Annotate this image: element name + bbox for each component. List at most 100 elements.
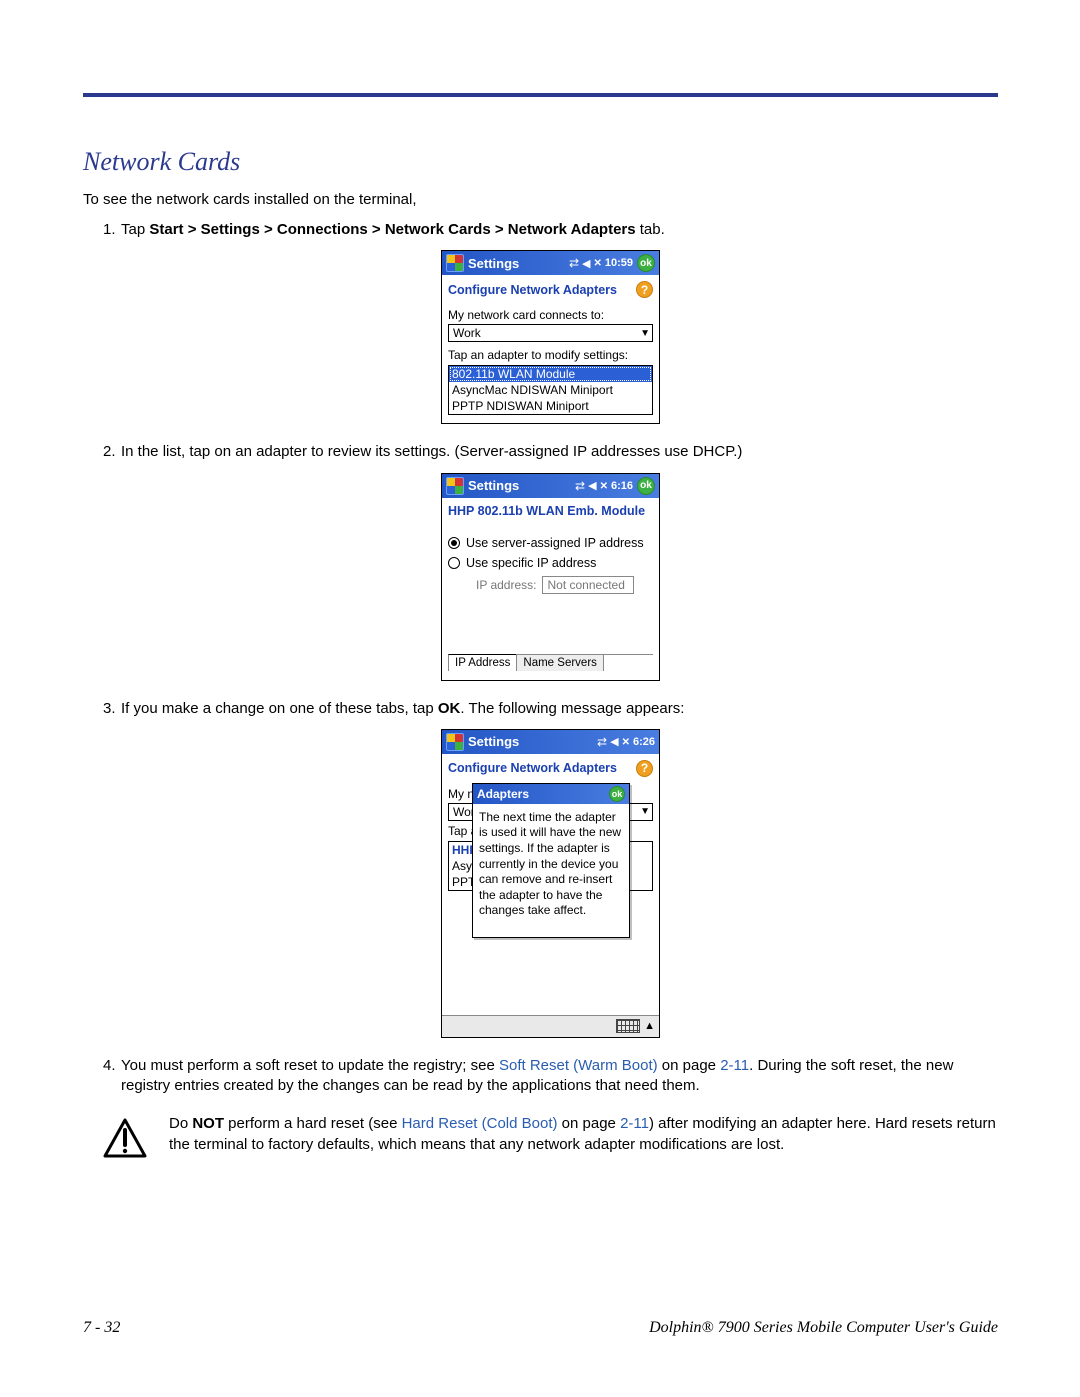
step-text: You must perform a soft reset to update …	[121, 1057, 499, 1074]
subtitle-row: HHP 802.11b WLAN Emb. Module	[442, 498, 659, 522]
volume-icon	[610, 735, 618, 748]
keyboard-icon[interactable]	[616, 1019, 640, 1033]
screenshot-3: Settings 6:26 Configure Network Adapters…	[103, 729, 998, 1038]
step-2: 2. In the list, tap on an adapter to rev…	[103, 442, 998, 462]
radio-specific-ip[interactable]: Use specific IP address	[448, 556, 653, 570]
ok-button[interactable]: ok	[609, 786, 625, 802]
ok-button[interactable]: ok	[637, 254, 655, 272]
ppc-window: Settings 10:59 ok Configure Network Adap…	[441, 250, 660, 424]
ppc-window: Settings 6:16 ok HHP 802.11b WLAN Emb. M…	[441, 473, 660, 681]
connectivity-icon	[569, 256, 579, 270]
step-text: tab.	[636, 221, 665, 238]
radio-label: Use server-assigned IP address	[466, 536, 644, 550]
close-icon	[622, 736, 630, 748]
radio-server-ip[interactable]: Use server-assigned IP address	[448, 536, 653, 550]
adapters-dialog: Adapters ok The next time the adapter is…	[472, 783, 630, 938]
dialog-titlebar: Adapters ok	[473, 784, 629, 804]
status-icons: 10:59	[569, 256, 633, 270]
step-number: 4.	[103, 1056, 116, 1076]
chevron-down-icon: ▼	[640, 806, 650, 817]
warning-text: Do NOT perform a hard reset (see Hard Re…	[169, 1114, 998, 1158]
titlebar: Settings 10:59 ok	[442, 251, 659, 275]
window-title: Settings	[468, 256, 565, 271]
radio-icon	[448, 557, 460, 569]
section-title: Network Cards	[83, 147, 998, 177]
ppc-body: My ne Wor ▼ Tap a HHP Asyn PPT Adapt	[442, 781, 659, 1037]
page-footer: 7 - 32 Dolphin® 7900 Series Mobile Compu…	[83, 1319, 998, 1337]
adapter-listbox[interactable]: 802.11b WLAN Module AsyncMac NDISWAN Min…	[448, 365, 653, 415]
step-4: 4. You must perform a soft reset to upda…	[103, 1056, 998, 1097]
volume-icon	[582, 257, 590, 270]
page-subtitle: HHP 802.11b WLAN Emb. Module	[448, 504, 645, 518]
up-arrow-icon[interactable]: ▲	[644, 1020, 655, 1032]
select-value: Work	[453, 326, 481, 340]
page-subtitle: Configure Network Adapters	[448, 761, 617, 775]
subtitle-row: Configure Network Adapters ?	[442, 754, 659, 781]
radio-icon	[448, 537, 460, 549]
status-icons: 6:26	[597, 735, 655, 749]
close-icon	[600, 480, 608, 492]
clock: 6:26	[633, 736, 655, 748]
tab-ip-address[interactable]: IP Address	[448, 654, 517, 671]
step-text: on page	[658, 1057, 721, 1074]
help-icon[interactable]: ?	[636, 281, 653, 298]
guide-title: Dolphin® 7900 Series Mobile Computer Use…	[649, 1319, 998, 1337]
list-item[interactable]: AsyncMac NDISWAN Miniport	[449, 382, 652, 398]
step-3: 3. If you make a change on one of these …	[103, 699, 998, 719]
tab-strip: IP Address Name Servers	[448, 654, 653, 672]
connectivity-icon	[597, 735, 607, 749]
titlebar: Settings 6:16 ok	[442, 474, 659, 498]
page-ref-link[interactable]: 2-11	[720, 1057, 749, 1074]
ppc-body: My network card connects to: Work ▼ Tap …	[442, 302, 659, 423]
warn-segment: Do	[169, 1115, 192, 1132]
help-icon[interactable]: ?	[636, 760, 653, 777]
connectivity-icon	[575, 479, 585, 493]
dialog-title: Adapters	[477, 787, 529, 801]
sip-bar: ▲	[442, 1015, 659, 1037]
screenshot-1: Settings 10:59 ok Configure Network Adap…	[103, 250, 998, 424]
ip-address-field: IP address: Not connected	[476, 576, 653, 594]
ok-button[interactable]: ok	[637, 477, 655, 495]
step-text: In the list, tap on an adapter to review…	[121, 443, 742, 460]
step-number: 2.	[103, 442, 116, 462]
dialog-body: The next time the adapter is used it wil…	[473, 804, 629, 937]
warning-block: Do NOT perform a hard reset (see Hard Re…	[83, 1114, 998, 1158]
hard-reset-link[interactable]: Hard Reset (Cold Boot)	[402, 1115, 558, 1132]
warning-icon	[103, 1118, 147, 1158]
ppc-body: Use server-assigned IP address Use speci…	[442, 522, 659, 680]
label-connects-to: My network card connects to:	[448, 308, 653, 322]
field-value: Not connected	[542, 576, 634, 594]
status-icons: 6:16	[575, 479, 633, 493]
intro-text: To see the network cards installed on th…	[83, 191, 998, 208]
window-title: Settings	[468, 478, 571, 493]
volume-icon	[588, 479, 596, 492]
ok-word: OK	[438, 700, 461, 717]
page-content: Network Cards To see the network cards i…	[83, 93, 998, 1158]
windows-logo-icon	[446, 477, 464, 495]
windows-logo-icon	[446, 733, 464, 751]
step-number: 1.	[103, 220, 116, 240]
page-ref-link[interactable]: 2-11	[620, 1115, 649, 1132]
connects-to-select[interactable]: Work ▼	[448, 324, 653, 342]
step-text: Tap	[121, 221, 149, 238]
list-item[interactable]: PPTP NDISWAN Miniport	[449, 398, 652, 414]
chevron-down-icon: ▼	[640, 328, 650, 339]
subtitle-row: Configure Network Adapters ?	[442, 275, 659, 302]
warn-segment: perform a hard reset (see	[224, 1115, 402, 1132]
ppc-window: Settings 6:26 Configure Network Adapters…	[441, 729, 660, 1038]
titlebar: Settings 6:26	[442, 730, 659, 754]
step-text: If you make a change on one of these tab…	[121, 700, 438, 717]
page-subtitle: Configure Network Adapters	[448, 283, 617, 297]
windows-logo-icon	[446, 254, 464, 272]
step-number: 3.	[103, 699, 116, 719]
clock: 10:59	[605, 257, 633, 269]
soft-reset-link[interactable]: Soft Reset (Warm Boot)	[499, 1057, 658, 1074]
window-title: Settings	[468, 734, 593, 749]
list-item[interactable]: 802.11b WLAN Module	[449, 366, 652, 382]
screenshot-2: Settings 6:16 ok HHP 802.11b WLAN Emb. M…	[103, 473, 998, 681]
radio-label: Use specific IP address	[466, 556, 596, 570]
page-number: 7 - 32	[83, 1319, 120, 1337]
label-tap-adapter: Tap an adapter to modify settings:	[448, 348, 653, 362]
tab-name-servers[interactable]: Name Servers	[516, 654, 604, 671]
field-label: IP address:	[476, 578, 536, 592]
